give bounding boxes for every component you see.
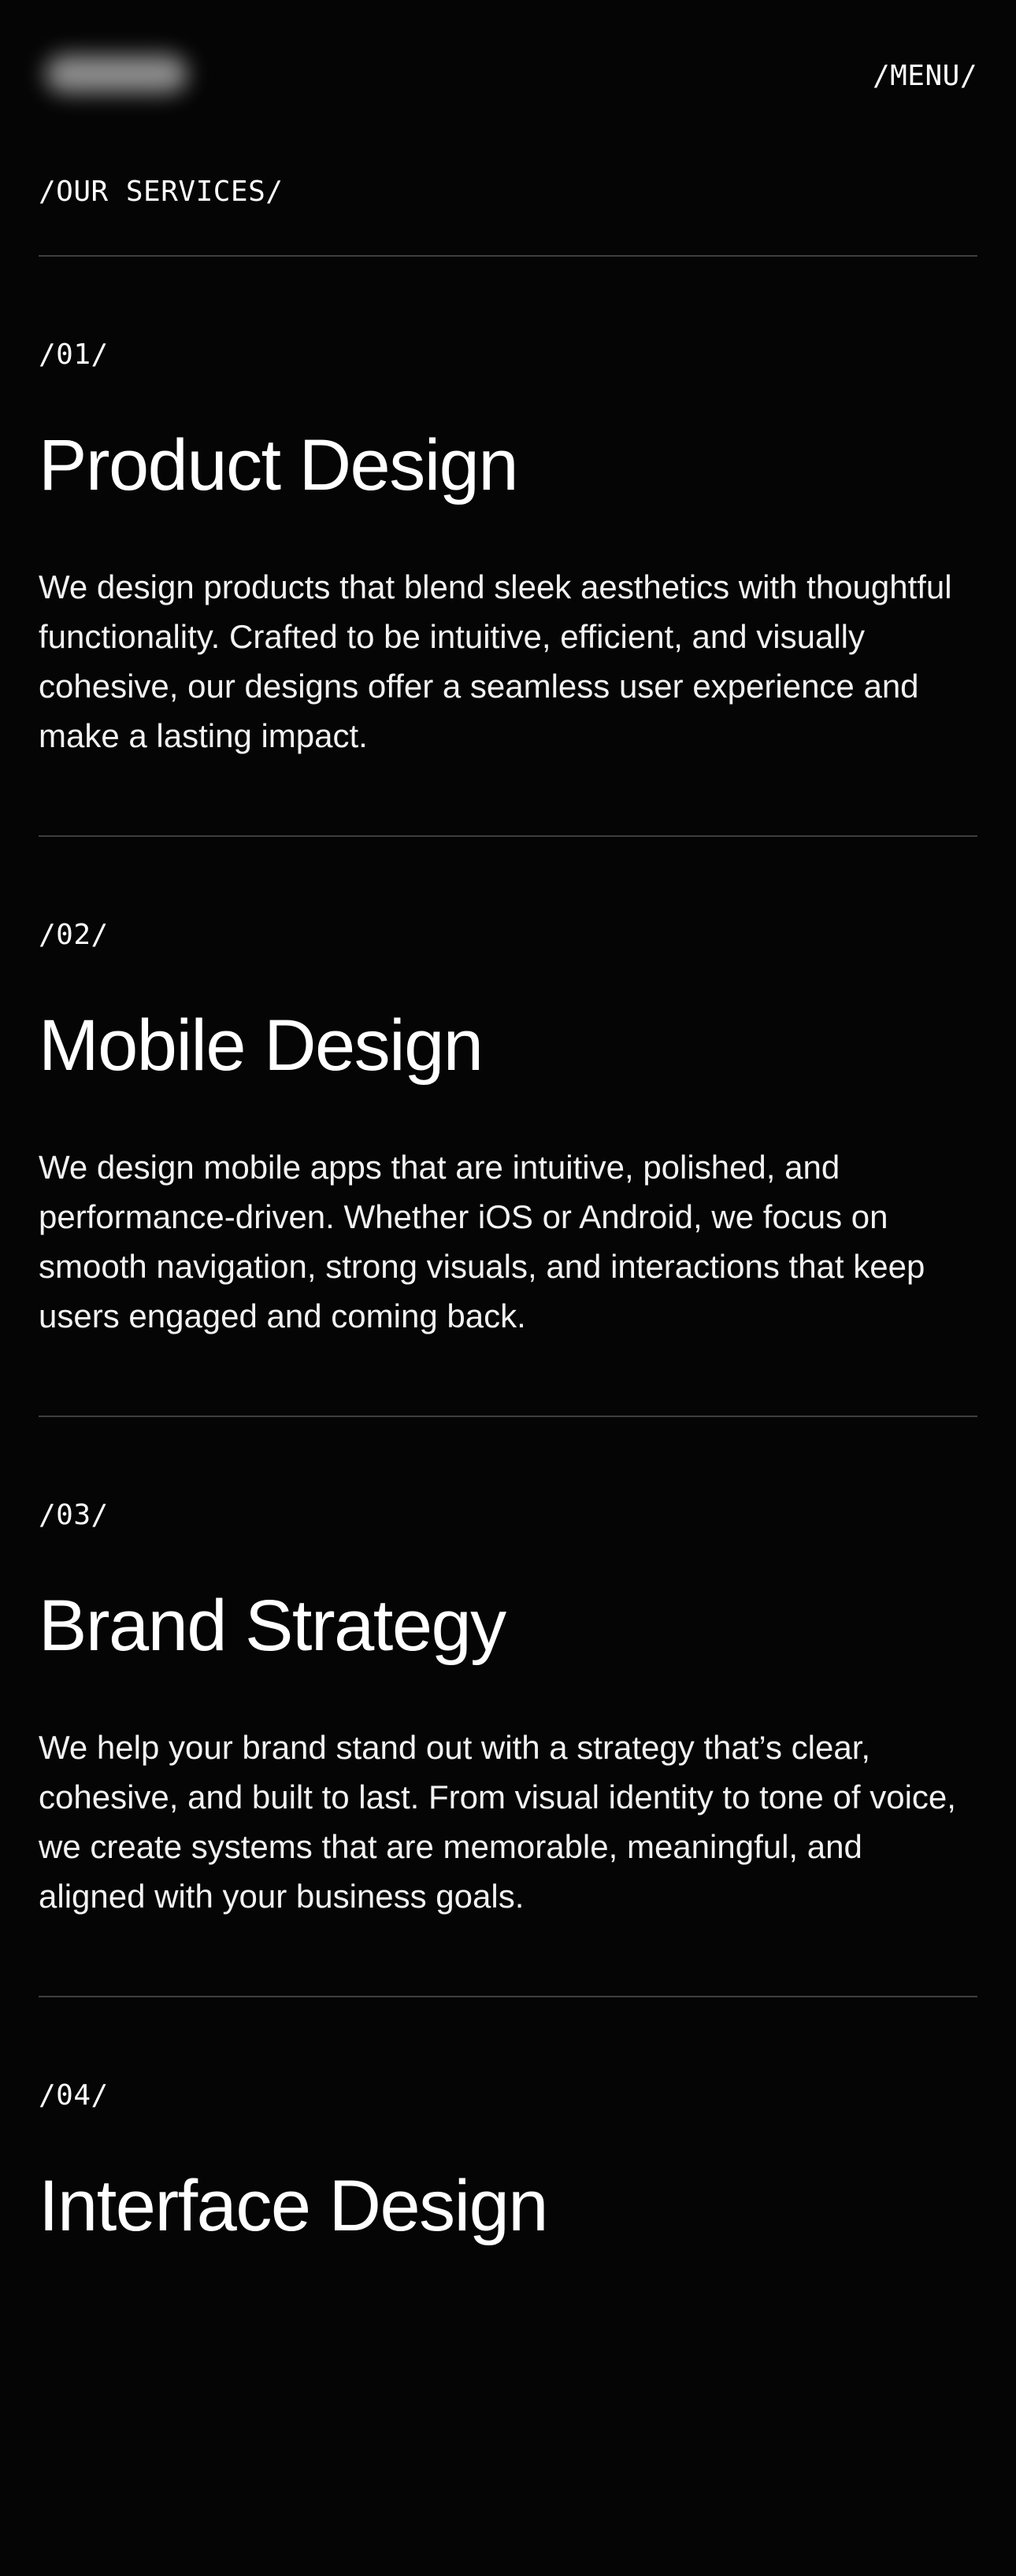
service-title: Product Design xyxy=(39,425,519,505)
menu-button[interactable]: /MENU/ xyxy=(873,55,977,98)
service-item-product-design[interactable]: /01/ Product Design We design products t… xyxy=(39,257,977,835)
service-description: We design mobile apps that are intuitive… xyxy=(39,1149,925,1334)
service-description: We design products that blend sleek aest… xyxy=(39,568,952,754)
site-header: /MENU/ xyxy=(0,0,1016,150)
service-number: /02/ xyxy=(39,919,109,951)
service-number: /03/ xyxy=(39,1499,109,1531)
service-description: We help your brand stand out with a stra… xyxy=(39,1729,956,1915)
section-label: /OUR SERVICES/ xyxy=(39,176,284,208)
service-title: Mobile Design xyxy=(39,1005,484,1086)
service-item-mobile-design[interactable]: /02/ Mobile Design We design mobile apps… xyxy=(39,837,977,1416)
service-item-interface-design[interactable]: /04/ Interface Design xyxy=(39,1997,977,2576)
service-title: Interface Design xyxy=(39,2166,548,2246)
service-item-brand-strategy[interactable]: /03/ Brand Strategy We help your brand s… xyxy=(39,1417,977,1996)
service-number: /01/ xyxy=(39,339,109,371)
service-title: Brand Strategy xyxy=(39,1586,506,1666)
service-number: /04/ xyxy=(39,2079,109,2112)
logo-blurred[interactable] xyxy=(46,55,187,93)
services-list: /01/ Product Design We design products t… xyxy=(39,255,977,2576)
